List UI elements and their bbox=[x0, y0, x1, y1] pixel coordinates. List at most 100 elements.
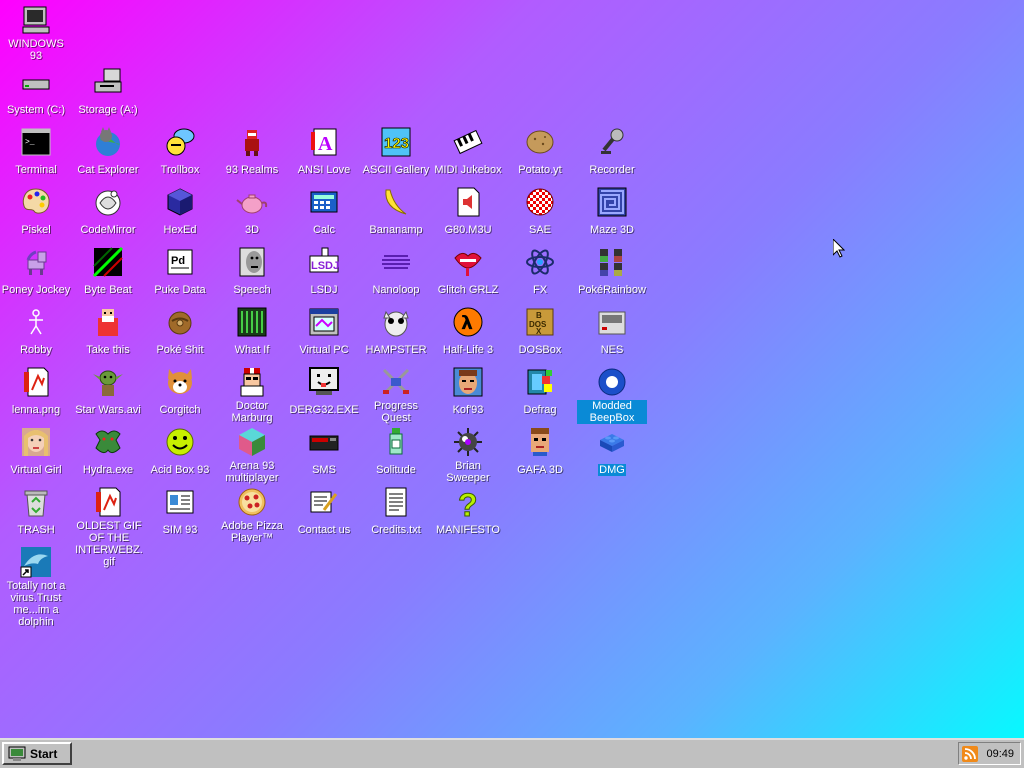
desktop-icon-adobe-pizza[interactable]: Adobe Pizza Player™ bbox=[216, 486, 288, 546]
start-button[interactable]: Start bbox=[2, 742, 72, 765]
clock[interactable]: 09:49 bbox=[986, 748, 1014, 760]
system-tray: 09:49 bbox=[958, 742, 1021, 765]
checkered-ball-icon bbox=[524, 186, 556, 218]
desktop-icon-sae[interactable]: SAE bbox=[504, 186, 576, 238]
desktop-icon-corgitch[interactable]: Corgitch bbox=[144, 366, 216, 418]
desktop-icon-pokemon-shit[interactable]: Poké Shit bbox=[144, 306, 216, 358]
desktop-icon-speech[interactable]: Speech bbox=[216, 246, 288, 298]
rss-feed-icon[interactable] bbox=[962, 745, 979, 762]
desktop-icon-arena93[interactable]: Arena 93 multiplayer bbox=[216, 426, 288, 486]
icon-label: Cat Explorer bbox=[77, 164, 139, 176]
desktop-icon-solitude[interactable]: Solitude bbox=[360, 426, 432, 478]
desktop-icon-cat-explorer[interactable]: Cat Explorer bbox=[72, 126, 144, 178]
desktop-icon-ansi-love[interactable]: A ANSI Love bbox=[288, 126, 360, 178]
desktop-icon-dolphin[interactable]: Totally not a virus.Trust me...im a dolp… bbox=[0, 546, 72, 630]
desktop-icon-93-realms[interactable]: 93 Realms bbox=[216, 126, 288, 178]
icon-label: Virtual Girl bbox=[10, 464, 62, 476]
desktop-icon-potato-yt[interactable]: Potato.yt bbox=[504, 126, 576, 178]
desktop-icon-trollbox[interactable]: Trollbox bbox=[144, 126, 216, 178]
desktop-icon-virtual-pc[interactable]: Virtual PC bbox=[288, 306, 360, 358]
desktop-icon-brian-sweeper[interactable]: Brian Sweeper bbox=[432, 426, 504, 486]
desktop-icon-sms[interactable]: SMS bbox=[288, 426, 360, 478]
icon-label: DOSBox bbox=[518, 344, 562, 356]
dolphin-shortcut-icon bbox=[20, 546, 52, 578]
desktop-icon-oldest-gif[interactable]: OLDEST GIF OF THE INTERWEBZ.gif bbox=[72, 486, 144, 570]
desktop-icon-nes[interactable]: NES bbox=[576, 306, 648, 358]
desktop-icon-gafa3d[interactable]: GAFA 3D bbox=[504, 426, 576, 478]
desktop-icon-puke-data[interactable]: Pd Puke Data bbox=[144, 246, 216, 298]
desktop-icon-sim93[interactable]: SIM 93 bbox=[144, 486, 216, 538]
fighter-portrait-icon bbox=[452, 366, 484, 398]
desktop-icon-trash[interactable]: TRASH bbox=[0, 486, 72, 538]
desktop-icon-kof93[interactable]: Kof'93 bbox=[432, 366, 504, 418]
desktop-icon-bananamp[interactable]: Bananamp bbox=[360, 186, 432, 238]
icon-label: Nanoloop bbox=[372, 284, 420, 296]
desktop-icon-poney-jockey[interactable]: Poney Jockey bbox=[0, 246, 72, 298]
paint-palette-icon bbox=[20, 186, 52, 218]
desktop-icon-g80m3u[interactable]: G80.M3U bbox=[432, 186, 504, 238]
desktop-icon-doctor-marburg[interactable]: Doctor Marburg bbox=[216, 366, 288, 426]
floppy-drive-icon bbox=[92, 66, 124, 98]
desktop-icon-piskel[interactable]: Piskel bbox=[0, 186, 72, 238]
desktop-icon-maze-3d[interactable]: Maze 3D bbox=[576, 186, 648, 238]
icon-label: What If bbox=[234, 344, 270, 356]
desktop-icon-3d[interactable]: 3D bbox=[216, 186, 288, 238]
start-logo-icon bbox=[8, 746, 26, 761]
gif-file-icon bbox=[92, 486, 124, 518]
desktop-icon-midi-jukebox[interactable]: MIDI Jukebox bbox=[432, 126, 504, 178]
icon-label: System (C:) bbox=[6, 104, 66, 116]
desktop-icon-dosbox[interactable]: B DOS X DOSBox bbox=[504, 306, 576, 358]
icon-label: SAE bbox=[528, 224, 551, 236]
icon-label: Contact us bbox=[297, 524, 351, 536]
icon-label: MIDI Jukebox bbox=[434, 164, 502, 176]
svg-text:λ: λ bbox=[461, 312, 473, 334]
desktop-icon-ascii-gallery[interactable]: 123 ASCII Gallery bbox=[360, 126, 432, 178]
desktop-icon-hexed[interactable]: HexEd bbox=[144, 186, 216, 238]
desktop-icon-recorder[interactable]: Recorder bbox=[576, 126, 648, 178]
desktop-icon-hydra[interactable]: Hydra.exe bbox=[72, 426, 144, 478]
desktop-icon-virtual-girl[interactable]: Virtual Girl bbox=[0, 426, 72, 478]
desktop-icon-star-wars[interactable]: Star Wars.avi bbox=[72, 366, 144, 418]
desktop-icon-nanoloop[interactable]: Nanoloop bbox=[360, 246, 432, 298]
desktop-icon-robby[interactable]: Robby bbox=[0, 306, 72, 358]
desktop-icon-dmg[interactable]: DMG bbox=[576, 426, 648, 478]
desktop-icon-what-if[interactable]: What If bbox=[216, 306, 288, 358]
desktop-icon-lenna[interactable]: lenna.png bbox=[0, 366, 72, 418]
desktop-icon-codemirror[interactable]: CodeMirror bbox=[72, 186, 144, 238]
desktop-icon-derg32[interactable]: DERG32.EXE bbox=[288, 366, 360, 418]
desktop-icon-credits[interactable]: Credits.txt bbox=[360, 486, 432, 538]
dragon-icon bbox=[92, 426, 124, 458]
lips-icon bbox=[452, 246, 484, 278]
desktop-icon-hampster[interactable]: HAMPSTER bbox=[360, 306, 432, 358]
face-speech-icon bbox=[236, 246, 268, 278]
icon-label: Maze 3D bbox=[589, 224, 635, 236]
desktop-icon-defrag[interactable]: Defrag bbox=[504, 366, 576, 418]
banana-icon bbox=[380, 186, 412, 218]
desktop-icon-windows93[interactable]: WINDOWS 93 bbox=[0, 4, 72, 64]
icon-label: WINDOWS 93 bbox=[8, 38, 64, 62]
desktop-icon-manifesto[interactable]: ? MANIFESTO bbox=[432, 486, 504, 538]
desktop-icon-modded-beepbox[interactable]: Modded BeepBox bbox=[576, 366, 648, 424]
desktop-icon-calc[interactable]: Calc bbox=[288, 186, 360, 238]
icon-label: Half-Life 3 bbox=[442, 344, 494, 356]
desktop-icon-system-c[interactable]: System (C:) bbox=[0, 66, 72, 118]
desktop-icon-fx[interactable]: FX bbox=[504, 246, 576, 298]
desktop-icon-half-life-3[interactable]: λ Half-Life 3 bbox=[432, 306, 504, 358]
icon-label: Acid Box 93 bbox=[150, 464, 210, 476]
defrag-blocks-icon bbox=[524, 366, 556, 398]
desktop-icon-acid-box[interactable]: Acid Box 93 bbox=[144, 426, 216, 478]
id-card-icon bbox=[164, 486, 196, 518]
desktop-icon-terminal[interactable]: >_ Terminal bbox=[0, 126, 72, 178]
desktop-icon-progress-quest[interactable]: Progress Quest bbox=[360, 366, 432, 426]
desktop-icon-take-this[interactable]: Take this bbox=[72, 306, 144, 358]
desktop-icon-byte-beat[interactable]: Byte Beat bbox=[72, 246, 144, 298]
desktop-icon-contact-us[interactable]: Contact us bbox=[288, 486, 360, 538]
mine-icon bbox=[452, 426, 484, 458]
desktop-icon-storage-a[interactable]: Storage (A:) bbox=[72, 66, 144, 118]
desktop[interactable]: WINDOWS 93 System (C:) Storage (A:) >_ T… bbox=[0, 0, 1024, 738]
desktop-icon-pokerainbow[interactable]: PokéRainbow bbox=[576, 246, 648, 298]
svg-text:X: X bbox=[536, 327, 542, 336]
icon-label: Hydra.exe bbox=[82, 464, 134, 476]
desktop-icon-glitch-grlz[interactable]: Glitch GRLZ bbox=[432, 246, 504, 298]
desktop-icon-lsdj[interactable]: LSDJ LSDJ bbox=[288, 246, 360, 298]
